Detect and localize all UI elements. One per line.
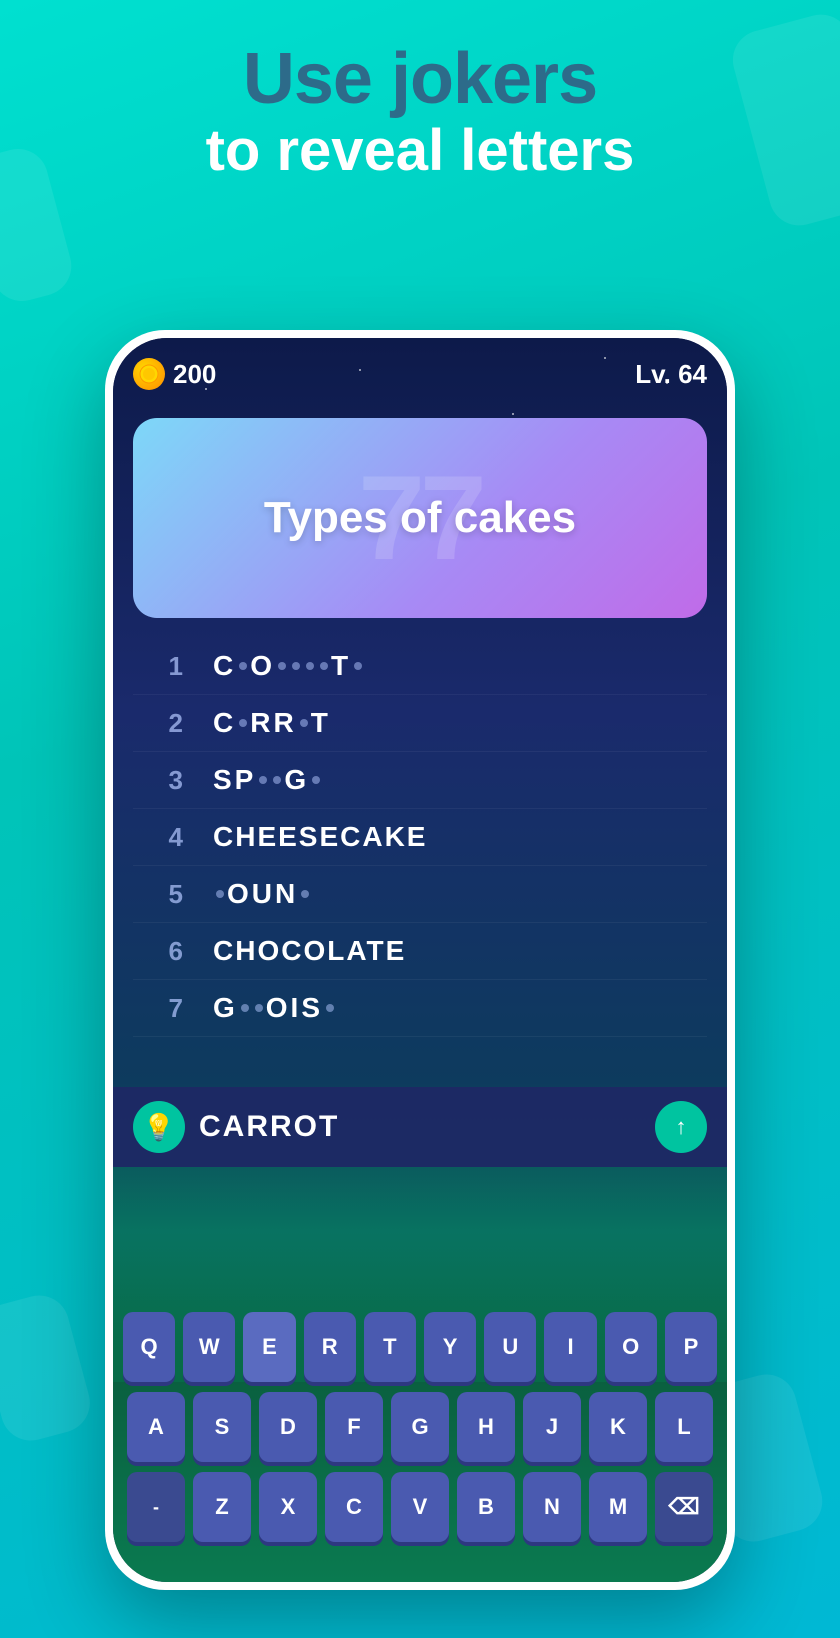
row-num-5: 5 xyxy=(133,879,183,910)
key-r[interactable]: R xyxy=(304,1312,356,1382)
coin-count: 200 xyxy=(173,359,216,390)
row-word-5: OUN xyxy=(213,878,312,910)
coin-area: 200 xyxy=(133,358,216,390)
key-t[interactable]: T xyxy=(364,1312,416,1382)
key-x[interactable]: X xyxy=(259,1472,317,1542)
key-d[interactable]: D xyxy=(259,1392,317,1462)
deco-shape-4 xyxy=(0,1289,97,1448)
header: Use jokers to reveal letters xyxy=(0,40,840,183)
word-row-2: 2 CRRT xyxy=(133,695,707,752)
key-b[interactable]: B xyxy=(457,1472,515,1542)
phone-mockup: 200 Lv. 64 77 Types of cakes 1 COT 2 CRR… xyxy=(105,330,735,1590)
word-row-4: 4 CHEESECAKE xyxy=(133,809,707,866)
key-n[interactable]: N xyxy=(523,1472,581,1542)
key-h[interactable]: H xyxy=(457,1392,515,1462)
key-s[interactable]: S xyxy=(193,1392,251,1462)
word-row-7: 7 GOIS xyxy=(133,980,707,1037)
hint-button[interactable]: 💡 xyxy=(133,1101,185,1153)
row-num-2: 2 xyxy=(133,708,183,739)
keyboard: Q W E R T Y U I O P A S D F G H J K L xyxy=(113,1312,727,1552)
keyboard-row-3: - Z X C V B N M ⌫ xyxy=(123,1472,717,1542)
key-p[interactable]: P xyxy=(665,1312,717,1382)
word-row-5: 5 OUN xyxy=(133,866,707,923)
row-num-4: 4 xyxy=(133,822,183,853)
category-card: 77 Types of cakes xyxy=(133,418,707,618)
key-k[interactable]: K xyxy=(589,1392,647,1462)
answer-input[interactable]: CARROT xyxy=(199,1110,641,1144)
key-backspace[interactable]: ⌫ xyxy=(655,1472,713,1542)
submit-button[interactable]: ↑ xyxy=(655,1101,707,1153)
category-title: Types of cakes xyxy=(264,493,576,543)
key-z[interactable]: Z xyxy=(193,1472,251,1542)
header-title-line1: Use jokers xyxy=(0,40,840,119)
row-word-3: SPG xyxy=(213,764,323,796)
row-num-1: 1 xyxy=(133,651,183,682)
key-q[interactable]: Q xyxy=(123,1312,175,1382)
row-word-4: CHEESECAKE xyxy=(213,821,427,853)
key-i[interactable]: I xyxy=(544,1312,596,1382)
submit-icon: ↑ xyxy=(676,1114,687,1140)
word-row-6: 6 CHOCOLATE xyxy=(133,923,707,980)
row-num-3: 3 xyxy=(133,765,183,796)
key-l[interactable]: L xyxy=(655,1392,713,1462)
row-num-6: 6 xyxy=(133,936,183,967)
key-u[interactable]: U xyxy=(484,1312,536,1382)
key-dash[interactable]: - xyxy=(127,1472,185,1542)
row-word-2: CRRT xyxy=(213,707,331,739)
word-row-1: 1 COT xyxy=(133,638,707,695)
coin-icon xyxy=(133,358,165,390)
input-bar: 💡 CARROT ↑ xyxy=(113,1087,727,1167)
row-word-6: CHOCOLATE xyxy=(213,935,406,967)
key-v[interactable]: V xyxy=(391,1472,449,1542)
header-title-line2: to reveal letters xyxy=(0,119,840,183)
top-bar: 200 Lv. 64 xyxy=(133,358,707,390)
row-word-1: COT xyxy=(213,650,365,682)
key-g[interactable]: G xyxy=(391,1392,449,1462)
key-w[interactable]: W xyxy=(183,1312,235,1382)
key-f[interactable]: F xyxy=(325,1392,383,1462)
keyboard-row-2: A S D F G H J K L xyxy=(123,1392,717,1462)
word-list: 1 COT 2 CRRT 3 SPG 4 CHEESECAKE xyxy=(133,638,707,1037)
word-row-3: 3 SPG xyxy=(133,752,707,809)
keyboard-row-1: Q W E R T Y U I O P xyxy=(123,1312,717,1382)
key-e[interactable]: E xyxy=(243,1312,295,1382)
key-y[interactable]: Y xyxy=(424,1312,476,1382)
key-m[interactable]: M xyxy=(589,1472,647,1542)
key-o[interactable]: O xyxy=(605,1312,657,1382)
hint-icon: 💡 xyxy=(143,1112,175,1143)
phone-screen: 200 Lv. 64 77 Types of cakes 1 COT 2 CRR… xyxy=(113,338,727,1582)
row-word-7: GOIS xyxy=(213,992,337,1024)
key-j[interactable]: J xyxy=(523,1392,581,1462)
key-c[interactable]: C xyxy=(325,1472,383,1542)
key-a[interactable]: A xyxy=(127,1392,185,1462)
row-num-7: 7 xyxy=(133,993,183,1024)
level-label: Lv. 64 xyxy=(635,359,707,390)
